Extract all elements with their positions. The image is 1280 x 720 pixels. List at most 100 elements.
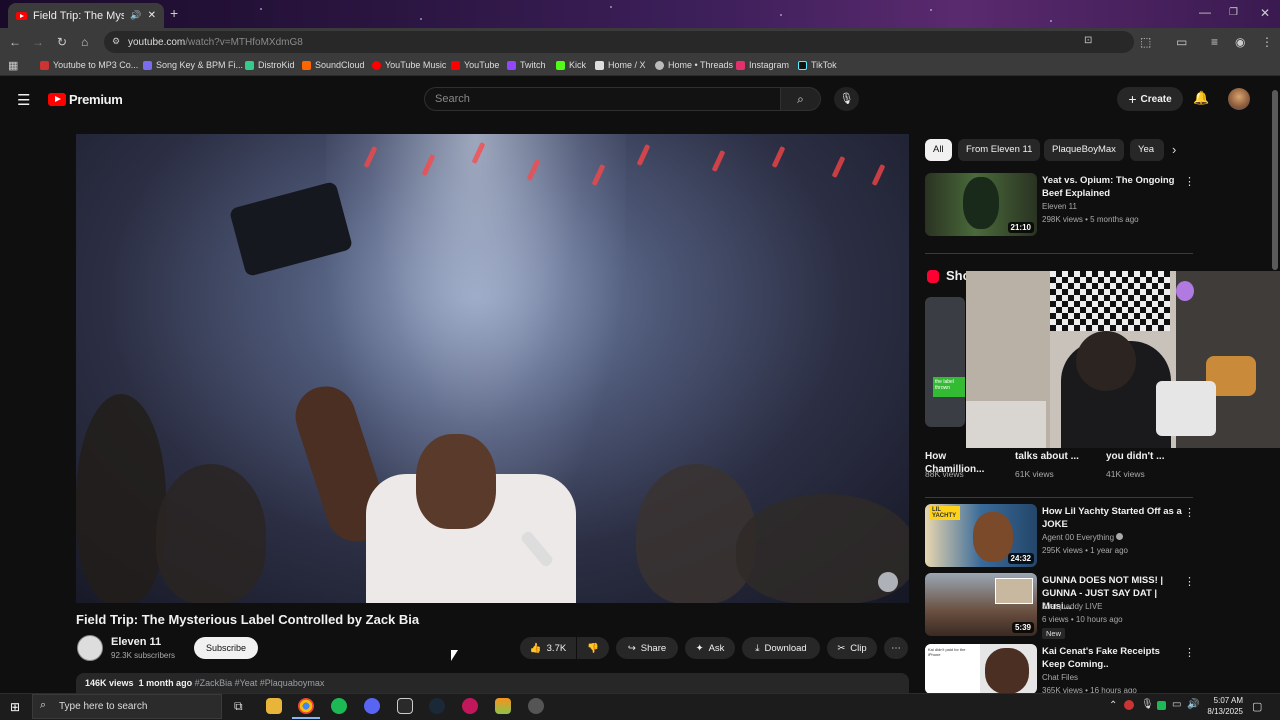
notification-center-icon[interactable]: ▢ xyxy=(1252,700,1262,713)
account-avatar[interactable] xyxy=(1228,88,1250,110)
maximize-window-icon[interactable]: ❐ xyxy=(1229,6,1238,20)
related-channel[interactable]: Eleven 11 xyxy=(1042,201,1077,213)
more-vertical-icon[interactable]: ⋮ xyxy=(1184,646,1195,659)
browser-tab-active[interactable]: Field Trip: The Mysterious L 🔊 ✕ xyxy=(8,3,164,28)
channel-name[interactable]: Eleven 11 xyxy=(111,636,161,648)
clip-button[interactable]: ✂ Clip xyxy=(827,637,877,659)
more-actions-button[interactable]: ⋯ xyxy=(884,637,908,659)
related-thumbnail[interactable]: LIL YACHTY 24:32 xyxy=(925,504,1037,567)
view-count: 146K views xyxy=(85,678,134,688)
short-title[interactable]: talks about ... xyxy=(1015,450,1095,463)
subscribe-button[interactable]: Subscribe xyxy=(194,637,258,659)
steam-icon[interactable] xyxy=(429,698,445,714)
related-title[interactable]: How Lil Yachty Started Off as a JOKE xyxy=(1042,505,1182,531)
more-vertical-icon[interactable]: ⋮ xyxy=(1184,575,1195,588)
browser-menu-icon[interactable]: ⋮ xyxy=(1261,35,1273,49)
reload-icon[interactable]: ↻ xyxy=(57,35,67,49)
search-button[interactable]: ⌕ xyxy=(781,87,821,111)
related-thumbnail[interactable]: 21:10 xyxy=(925,173,1037,236)
discord-icon[interactable] xyxy=(364,698,380,714)
channel-watermark-icon[interactable] xyxy=(878,572,898,592)
short-title[interactable]: you didn't ... xyxy=(1106,450,1186,463)
speaker-icon[interactable]: 🔊 xyxy=(130,10,141,21)
notifications-bell-icon[interactable]: 🔔 xyxy=(1193,90,1209,106)
close-window-icon[interactable]: ✕ xyxy=(1260,6,1270,20)
hamburger-menu-icon[interactable]: ☰ xyxy=(17,91,30,109)
bookmark-10[interactable]: Instagram xyxy=(736,60,789,70)
share-button[interactable]: ↪ Share xyxy=(616,637,678,659)
ask-button[interactable]: ✦ Ask xyxy=(685,637,735,659)
related-thumbnail[interactable]: Kai didn't paid for the iPhone xyxy=(925,644,1037,694)
channel-avatar[interactable] xyxy=(77,635,103,661)
chevron-right-icon[interactable]: › xyxy=(1172,142,1176,157)
tray-app-icon[interactable] xyxy=(1124,700,1134,710)
dislike-button[interactable]: 👎 xyxy=(577,637,609,659)
bookmark-8[interactable]: Home / X xyxy=(595,60,646,70)
site-info-icon[interactable]: ⚙ xyxy=(112,36,120,47)
chip-plaqueboymax[interactable]: PlaqueBoyMax xyxy=(1044,139,1124,161)
address-bar[interactable]: ⚙ youtube.com/watch?v=MTHfoMXdmG8 ⊡ xyxy=(104,31,1134,53)
bookmark-9[interactable]: Home • Threads xyxy=(655,60,733,70)
clock-time: 5:07 AM xyxy=(1213,696,1243,705)
install-app-icon[interactable]: ⊡ xyxy=(1084,35,1092,46)
sidepanel-icon[interactable]: ▭ xyxy=(1176,35,1187,49)
bookmark-3[interactable]: SoundCloud xyxy=(302,60,365,70)
chrome-icon[interactable] xyxy=(298,698,314,714)
bookmark-6[interactable]: Twitch xyxy=(507,60,546,70)
tray-mic-icon[interactable]: 🎙 xyxy=(1141,699,1154,710)
task-view-icon[interactable]: ⧉ xyxy=(234,699,243,714)
voice-search-button[interactable]: 🎙 xyxy=(834,87,859,111)
tab-close-icon[interactable]: ✕ xyxy=(148,10,156,21)
epic-games-icon[interactable] xyxy=(397,698,413,714)
chip-all[interactable]: All xyxy=(925,139,952,161)
like-button[interactable]: 👍 3.7K xyxy=(520,637,576,659)
search-input[interactable]: Search xyxy=(424,87,781,111)
taskbar-search-input[interactable]: Type here to search xyxy=(32,694,222,719)
download-button[interactable]: ⤓ Download xyxy=(742,637,820,659)
volume-icon[interactable]: 🔊 xyxy=(1187,699,1199,710)
related-title[interactable]: Kai Cenat's Fake Receipts Keep Coming.. xyxy=(1042,645,1182,671)
description-box[interactable]: 146K views 1 month ago #ZackBia #Yeat #P… xyxy=(76,673,909,695)
create-button[interactable]: + Create xyxy=(1117,87,1183,111)
obs-icon[interactable] xyxy=(462,698,478,714)
fl-studio-icon[interactable] xyxy=(495,698,511,714)
youtube-logo[interactable]: Premium xyxy=(48,92,123,107)
back-icon[interactable]: ← xyxy=(9,35,21,49)
video-player[interactable] xyxy=(76,134,909,603)
bookmark-11[interactable]: TikTok xyxy=(798,60,837,70)
related-channel[interactable]: Chat Files xyxy=(1042,672,1078,684)
tray-app-icon[interactable] xyxy=(1157,701,1166,710)
more-vertical-icon[interactable]: ⋮ xyxy=(1184,175,1195,188)
app-icon[interactable] xyxy=(528,698,544,714)
file-explorer-icon[interactable] xyxy=(266,698,282,714)
bookmark-1[interactable]: Song Key & BPM Fi... xyxy=(143,60,243,70)
home-icon[interactable]: ⌂ xyxy=(81,35,88,49)
more-vertical-icon[interactable]: ⋮ xyxy=(1184,506,1195,519)
hashtags[interactable]: #ZackBia #Yeat #Plaquaboymax xyxy=(195,678,325,688)
windows-start-icon[interactable]: ⊞ xyxy=(10,700,20,714)
bookmark-0[interactable]: Youtube to MP3 Co... xyxy=(40,60,138,70)
bookmark-2[interactable]: DistroKid xyxy=(245,60,295,70)
related-thumbnail[interactable]: 5:39 xyxy=(925,573,1037,636)
bookmark-4[interactable]: YouTube Music xyxy=(372,60,446,70)
extensions-icon[interactable]: ⬚ xyxy=(1140,35,1151,49)
media-controls-icon[interactable]: ≡ xyxy=(1211,35,1218,49)
tray-chevron-up-icon[interactable]: ⌃ xyxy=(1109,700,1117,711)
spotify-icon[interactable] xyxy=(331,698,347,714)
short-thumbnail[interactable]: the label thrown xyxy=(925,297,965,427)
apps-grid-icon[interactable]: ▦ xyxy=(8,59,18,72)
profile-icon[interactable]: ◉ xyxy=(1235,35,1245,49)
page-scrollbar[interactable] xyxy=(1272,90,1278,270)
bookmark-7[interactable]: Kick xyxy=(556,60,586,70)
network-icon[interactable]: ▭ xyxy=(1172,699,1181,710)
bookmark-5[interactable]: YouTube xyxy=(451,60,499,70)
forward-icon[interactable]: → xyxy=(32,35,44,49)
chip-yeat[interactable]: Yea xyxy=(1130,139,1164,161)
related-channel[interactable]: Justquaddy LIVE xyxy=(1042,601,1102,613)
minimize-window-icon[interactable]: — xyxy=(1199,5,1211,19)
chip-from-channel[interactable]: From Eleven 11 xyxy=(958,139,1041,161)
related-channel[interactable]: Agent 00 Everything xyxy=(1042,532,1124,544)
new-tab-icon[interactable]: + xyxy=(170,6,178,20)
taskbar-clock[interactable]: 5:07 AM 8/13/2025 xyxy=(1201,695,1243,717)
related-title[interactable]: Yeat vs. Opium: The Ongoing Beef Explain… xyxy=(1042,174,1182,200)
